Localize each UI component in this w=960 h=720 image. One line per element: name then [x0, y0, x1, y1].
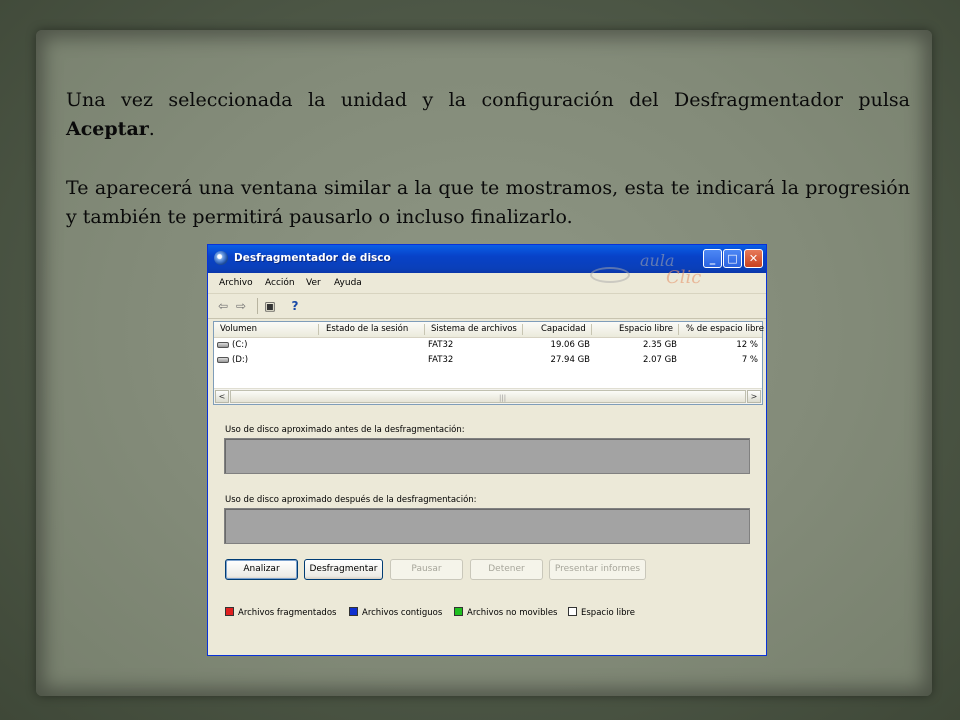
console-tree-icon[interactable]: ▣	[263, 299, 277, 313]
volume-list: Volumen Estado de la sesión Sistema de a…	[213, 321, 764, 405]
legend-label: Espacio libre	[581, 608, 635, 618]
instruction-paragraph-1: Una vez seleccionada la unidad y la conf…	[66, 86, 910, 144]
legend-swatch	[349, 607, 358, 616]
toolbar: ⇦ ⇨ ▣ ?	[208, 294, 766, 319]
volume-filesystem: FAT32	[428, 340, 454, 350]
back-arrow-icon[interactable]: ⇦	[216, 299, 230, 313]
legend-item: Archivos fragmentados	[225, 607, 336, 618]
scroll-left-button[interactable]: <	[215, 390, 229, 403]
column-divider[interactable]	[678, 324, 679, 335]
column-volumen[interactable]: Volumen	[220, 324, 257, 334]
legend-item: Archivos no movibles	[454, 607, 557, 618]
volume-capacity: 27.94 GB	[550, 355, 590, 365]
volume-name: (D:)	[232, 355, 249, 365]
close-button[interactable]: ✕	[744, 249, 763, 268]
column-porcentaje[interactable]: % de espacio libre	[686, 324, 764, 334]
stop-button[interactable]: Detener	[470, 559, 543, 580]
paragraph-1-text: Una vez seleccionada la unidad y la conf…	[66, 89, 910, 111]
usage-before-label: Uso de disco aproximado antes de la desf…	[225, 425, 465, 435]
defragment-button[interactable]: Desfragmentar	[304, 559, 383, 580]
hard-drive-icon	[217, 357, 229, 363]
usage-after-label: Uso de disco aproximado después de la de…	[225, 495, 477, 505]
defrag-window: Desfragmentador de disco _ □ ✕ aula Clic…	[207, 244, 767, 656]
column-divider[interactable]	[522, 324, 523, 335]
scroll-grip-icon: |||	[499, 394, 507, 402]
volume-free-percent: 12 %	[736, 340, 758, 350]
window-title: Desfragmentador de disco	[234, 252, 391, 264]
usage-before-display	[224, 438, 750, 474]
column-divider[interactable]	[424, 324, 425, 335]
volume-name: (C:)	[232, 340, 248, 350]
volume-list-header: Volumen Estado de la sesión Sistema de a…	[214, 322, 764, 338]
hard-drive-icon	[217, 342, 229, 348]
toolbar-separator	[257, 298, 258, 314]
maximize-button[interactable]: □	[723, 249, 742, 268]
volume-filesystem: FAT32	[428, 355, 454, 365]
column-divider[interactable]	[591, 324, 592, 335]
column-sistema[interactable]: Sistema de archivos	[431, 324, 517, 334]
column-divider[interactable]	[318, 324, 319, 335]
paragraph-1-end: .	[148, 118, 155, 140]
column-capacidad[interactable]: Capacidad	[541, 324, 586, 334]
volume-free: 2.07 GB	[642, 355, 677, 365]
volume-free: 2.35 GB	[642, 340, 677, 350]
legend-item: Espacio libre	[568, 607, 635, 618]
column-estado[interactable]: Estado de la sesión	[326, 324, 408, 334]
legend-swatch	[454, 607, 463, 616]
report-button[interactable]: Presentar informes	[549, 559, 646, 580]
app-icon	[214, 251, 228, 265]
paragraph-1-bold: Aceptar	[66, 118, 149, 140]
scroll-thumb[interactable]: |||	[230, 390, 746, 403]
scroll-right-button[interactable]: >	[747, 390, 761, 403]
menu-accion[interactable]: Acción	[265, 278, 295, 288]
analyze-button[interactable]: Analizar	[225, 559, 298, 580]
legend-item: Archivos contiguos	[349, 607, 442, 618]
legend-swatch	[568, 607, 577, 616]
menu-ver[interactable]: Ver	[306, 278, 321, 288]
menu-bar: Archivo Acción Ver Ayuda	[208, 273, 766, 294]
pause-button[interactable]: Pausar	[390, 559, 463, 580]
column-espacio-libre[interactable]: Espacio libre	[619, 324, 673, 334]
menu-archivo[interactable]: Archivo	[219, 278, 253, 288]
volume-row[interactable]: (D:) FAT32 27.94 GB 2.07 GB 7 %	[214, 353, 762, 368]
help-icon[interactable]: ?	[288, 299, 302, 313]
legend-swatch	[225, 607, 234, 616]
instruction-paragraph-2: Te aparecerá una ventana similar a la qu…	[66, 177, 910, 228]
volume-free-percent: 7 %	[741, 355, 758, 365]
volume-capacity: 19.06 GB	[550, 340, 590, 350]
legend-label: Archivos contiguos	[362, 608, 443, 618]
legend-label: Archivos fragmentados	[238, 608, 337, 618]
menu-ayuda[interactable]: Ayuda	[334, 278, 362, 288]
usage-after-display	[224, 508, 750, 544]
legend-label: Archivos no movibles	[467, 608, 558, 618]
forward-arrow-icon[interactable]: ⇨	[234, 299, 248, 313]
volume-row[interactable]: (C:) FAT32 19.06 GB 2.35 GB 12 %	[214, 338, 762, 353]
horizontal-scrollbar[interactable]: < ||| >	[214, 388, 762, 404]
